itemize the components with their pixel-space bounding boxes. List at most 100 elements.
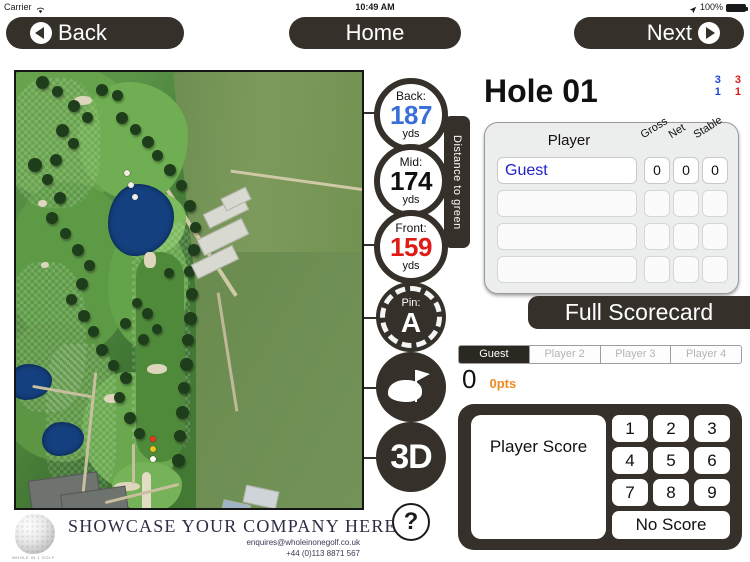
home-button[interactable]: Home — [289, 17, 461, 49]
no-score-button[interactable]: No Score — [612, 511, 730, 539]
scorecard-net-cell[interactable] — [673, 223, 699, 250]
home-button-label: Home — [345, 20, 405, 45]
table-row[interactable] — [485, 256, 738, 283]
red-tee-par-si: 3 1 — [735, 74, 741, 98]
chevron-right-icon — [698, 22, 720, 44]
points-value: 0pts — [489, 376, 517, 391]
red-stroke-index-value: 1 — [734, 86, 741, 98]
green-flag-icon — [388, 368, 434, 406]
keypad-row: No Score — [612, 511, 730, 539]
next-button[interactable]: Next — [574, 17, 744, 49]
key-2[interactable]: 2 — [653, 415, 689, 442]
distance-back-unit: yds — [402, 128, 420, 140]
three-d-label: 3D — [390, 437, 432, 476]
sponsor-banner[interactable]: WHOLE IN 1 GOLF SHOWCASE YOUR COMPANY HE… — [0, 512, 397, 562]
scorecard-header-gross: Gross — [638, 115, 670, 141]
distance-front-circle[interactable]: Front: 159 yds — [374, 210, 448, 284]
scorecard-net-cell[interactable]: 0 — [673, 157, 699, 184]
keypad-row: 1 2 3 — [612, 415, 730, 442]
three-d-view-button[interactable]: 3D — [376, 422, 446, 492]
scorecard-player-name[interactable]: Guest — [497, 157, 637, 184]
location-arrow-icon — [689, 4, 697, 14]
status-bar-right: 100% — [689, 0, 748, 14]
distance-mid-value: 174 — [390, 166, 432, 196]
sponsor-text: SHOWCASE YOUR COMPANY HERE enquires@whol… — [68, 516, 397, 559]
scorecard-gross-cell[interactable] — [644, 190, 670, 217]
blue-stroke-index-value: 1 — [714, 86, 721, 98]
keypad-row: 7 8 9 — [612, 479, 730, 506]
full-scorecard-button[interactable]: Full Scorecard — [528, 296, 750, 329]
sponsor-phone: +44 (0)113 8871 567 — [286, 549, 360, 558]
navigation-bar: Back Home Next — [0, 14, 750, 52]
scorecard-net-cell[interactable] — [673, 256, 699, 283]
scorecard-player-name[interactable] — [497, 256, 637, 283]
key-5[interactable]: 5 — [653, 447, 689, 474]
table-row[interactable]: Guest 0 0 0 — [485, 157, 738, 184]
tab-player-2[interactable]: Player 2 — [529, 345, 601, 364]
scorecard-header-row: Player Gross Net Stable — [485, 114, 738, 157]
player-score-display[interactable]: Player Score — [471, 415, 606, 539]
battery-full-icon — [726, 4, 748, 12]
scorecard-stable-cell[interactable] — [702, 223, 728, 250]
mini-scorecard-panel: Player Gross Net Stable Guest 0 0 0 — [484, 114, 739, 294]
table-row[interactable] — [485, 223, 738, 250]
scorecard-stable-cell[interactable] — [702, 256, 728, 283]
page-title: Hole 01 — [484, 73, 598, 109]
tab-player-3[interactable]: Player 3 — [600, 345, 672, 364]
blue-tee-par-si: 3 1 — [715, 74, 721, 98]
distance-to-green-group: Back: 187 yds Mid: 174 yds Front: 159 yd… — [374, 78, 448, 284]
key-1[interactable]: 1 — [612, 415, 648, 442]
pin-value: A — [400, 306, 422, 338]
scorecard-stable-cell[interactable]: 0 — [702, 157, 728, 184]
course-satellite-map[interactable] — [14, 70, 364, 510]
help-label: ? — [403, 508, 419, 535]
distance-to-green-text: Distance to green — [451, 134, 463, 230]
sponsor-title: SHOWCASE YOUR COMPANY HERE — [68, 516, 397, 536]
key-3[interactable]: 3 — [694, 415, 730, 442]
scorecard-player-name[interactable] — [497, 223, 637, 250]
status-bar: Carrier 10:49 AM 100% — [0, 0, 750, 14]
score-entry-keypad: Player Score 1 2 3 4 5 6 7 8 9 No Score — [458, 404, 742, 550]
logo-caption: WHOLE IN 1 GOLF — [12, 555, 55, 560]
key-9[interactable]: 9 — [694, 479, 730, 506]
help-button[interactable]: ? — [392, 503, 430, 541]
distance-back-circle[interactable]: Back: 187 yds — [374, 78, 448, 152]
scorecard-gross-cell[interactable]: 0 — [644, 157, 670, 184]
scorecard-gross-cell[interactable] — [644, 223, 670, 250]
keypad-row: 4 5 6 — [612, 447, 730, 474]
scorecard-net-cell[interactable] — [673, 190, 699, 217]
sponsor-email: enquires@wholeinonegolf.co.uk — [246, 538, 360, 547]
full-scorecard-label: Full Scorecard — [564, 299, 714, 325]
pin-position-button[interactable]: Pin: A — [376, 282, 446, 352]
key-7[interactable]: 7 — [612, 479, 648, 506]
battery-percent-label: 100% — [699, 2, 723, 12]
blue-par-value: 3 — [714, 74, 721, 86]
distance-to-green-label: Distance to green — [444, 116, 470, 248]
table-row[interactable] — [485, 190, 738, 217]
red-par-value: 3 — [734, 74, 741, 86]
distance-mid-circle[interactable]: Mid: 174 yds — [374, 144, 448, 218]
green-view-button[interactable] — [376, 352, 446, 422]
tab-player-4[interactable]: Player 4 — [671, 345, 742, 364]
strokes-value: 0 — [462, 364, 477, 394]
back-button[interactable]: Back — [6, 17, 184, 49]
scorecard-gross-cell[interactable] — [644, 256, 670, 283]
scorecard-header-player: Player — [547, 132, 591, 149]
distance-back-value: 187 — [390, 100, 432, 130]
player-tab-bar: Guest Player 2 Player 3 Player 4 — [458, 345, 742, 364]
keypad-keys: 1 2 3 4 5 6 7 8 9 No Score — [612, 415, 730, 544]
chevron-left-icon — [30, 22, 52, 44]
par-stroke-index-group: 3 1 3 1 — [715, 74, 741, 98]
golf-gps-app-screen: Carrier 10:49 AM 100% Back Home Next Bac… — [0, 0, 750, 562]
key-4[interactable]: 4 — [612, 447, 648, 474]
distance-front-unit: yds — [402, 260, 420, 272]
tab-player-1[interactable]: Guest — [458, 345, 530, 364]
distance-front-value: 159 — [390, 232, 432, 262]
score-summary: 0 0pts — [462, 366, 516, 392]
key-8[interactable]: 8 — [653, 479, 689, 506]
key-6[interactable]: 6 — [694, 447, 730, 474]
scorecard-player-name[interactable] — [497, 190, 637, 217]
map-imagery — [16, 72, 362, 508]
next-button-label: Next — [646, 20, 692, 45]
scorecard-stable-cell[interactable] — [702, 190, 728, 217]
